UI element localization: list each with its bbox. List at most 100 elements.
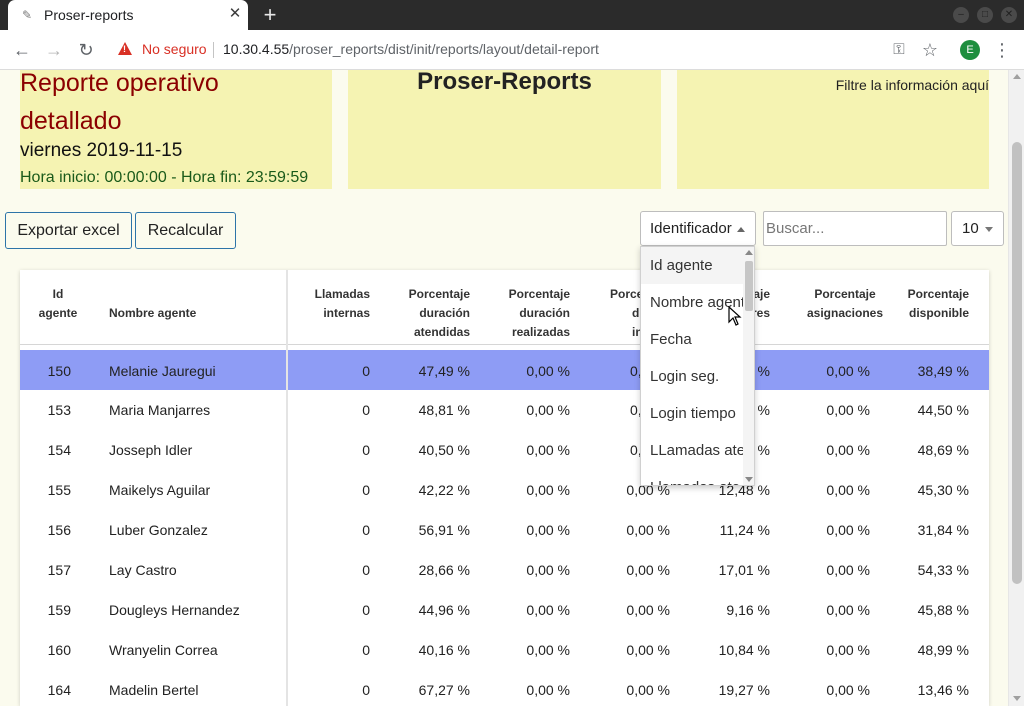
table-row[interactable]: 155 Maikelys Aguilar 0 42,22 % 0,00 % 0,… xyxy=(20,470,989,510)
url-path: /proser_reports/dist/init/reports/layout… xyxy=(289,41,599,57)
warning-icon[interactable]: ! xyxy=(118,42,132,55)
header-id-agente[interactable]: Id agente xyxy=(34,285,82,323)
recalculate-button[interactable]: Recalcular xyxy=(135,212,236,249)
dropdown-scroll-thumb[interactable] xyxy=(745,261,753,311)
cell-name: Melanie Jauregui xyxy=(109,363,216,379)
profile-avatar[interactable]: E xyxy=(960,40,980,60)
dropdown-option[interactable]: Id agente xyxy=(641,247,743,284)
header-line: duración xyxy=(519,306,570,320)
table-row[interactable]: 156 Luber Gonzalez 0 56,91 % 0,00 % 0,00… xyxy=(20,510,989,550)
scroll-down-icon[interactable] xyxy=(745,477,753,482)
dropdown-option[interactable]: Login tiempo xyxy=(641,395,743,432)
dropdown-option[interactable]: Login seg. xyxy=(641,358,743,395)
table-row[interactable]: 157 Lay Castro 0 28,66 % 0,00 % 0,00 % 1… xyxy=(20,550,989,590)
report-date: viernes 2019-11-15 xyxy=(20,140,183,161)
header-asignaciones[interactable]: Porcentaje asignaciones xyxy=(800,285,890,323)
reload-icon[interactable]: ↻ xyxy=(74,38,98,62)
cell-breaks: 17,01 % xyxy=(718,562,770,578)
address-bar[interactable]: 10.30.4.55/proser_reports/dist/init/repo… xyxy=(223,41,599,57)
minimize-window-icon[interactable]: – xyxy=(953,7,969,23)
cell-name: Wranyelin Correa xyxy=(109,642,218,658)
bookmark-star-icon[interactable]: ☆ xyxy=(920,40,940,60)
cell-name: Maikelys Aguilar xyxy=(109,482,211,498)
cell-name: Luber Gonzalez xyxy=(109,522,208,538)
key-icon[interactable]: ⚿ xyxy=(889,40,909,60)
cell-attended: 40,16 % xyxy=(418,642,470,658)
table-row[interactable]: 153 Maria Manjarres 0 48,81 % 0,00 % 0, … xyxy=(20,390,989,430)
header-nombre-agente[interactable]: Nombre agente xyxy=(109,304,196,323)
table-row[interactable]: 164 Madelin Bertel 0 67,27 % 0,00 % 0,00… xyxy=(20,670,989,706)
header-line: agente xyxy=(38,306,78,320)
cell-avail: 54,33 % xyxy=(917,562,969,578)
dropdown-option[interactable]: Fecha xyxy=(641,321,743,358)
close-tab-icon[interactable]: ✕ xyxy=(226,5,244,23)
new-tab-button[interactable]: + xyxy=(258,3,282,27)
header-disponible[interactable]: Porcentaje disponible xyxy=(889,285,969,323)
caret-up-icon xyxy=(737,227,745,232)
cell-internal: 0 xyxy=(362,602,370,618)
close-window-icon[interactable]: ✕ xyxy=(1001,7,1017,23)
table-row[interactable]: 154 Josseph Idler 0 40,50 % 0,00 % 0, % … xyxy=(20,430,989,470)
cell-id: 157 xyxy=(47,562,71,578)
cell-made: 0,00 % xyxy=(526,642,570,658)
chevron-down-icon xyxy=(985,227,993,232)
header-divider xyxy=(20,344,989,345)
header-line: Porcentaje xyxy=(907,287,969,301)
cell-avail: 13,46 % xyxy=(917,682,969,698)
scroll-down-icon[interactable] xyxy=(1013,696,1021,701)
scroll-up-icon[interactable] xyxy=(1013,74,1021,79)
cell-internal-pct: 0,00 % xyxy=(626,642,670,658)
browser-titlebar: ✎ Proser-reports ✕ + – □ ✕ xyxy=(0,0,1024,30)
header-llamadas-internas[interactable]: Llamadas internas xyxy=(290,285,370,323)
header-line: asignaciones xyxy=(806,306,884,320)
page-scrollbar[interactable] xyxy=(1008,70,1024,706)
dropdown-option[interactable]: LLamadas ate xyxy=(641,432,743,469)
cell-assign: 0,00 % xyxy=(826,562,870,578)
maximize-window-icon[interactable]: □ xyxy=(977,7,993,23)
header-line: disponible xyxy=(909,306,969,320)
header-line: Porcentaje xyxy=(508,287,570,301)
cell-made: 0,00 % xyxy=(526,522,570,538)
filter-hint: Filtre la información aquí xyxy=(835,77,989,93)
insecure-label[interactable]: No seguro xyxy=(142,41,207,57)
export-excel-button[interactable]: Exportar excel xyxy=(5,212,132,249)
back-arrow-icon[interactable]: ← xyxy=(10,38,34,62)
header-duracion-realizadas[interactable]: Porcentaje duración realizadas xyxy=(480,285,570,342)
cell-attended: 44,96 % xyxy=(418,602,470,618)
cell-name: Lay Castro xyxy=(109,562,177,578)
kebab-menu-icon[interactable]: ⋮ xyxy=(993,40,1011,60)
cell-assign: 0,00 % xyxy=(826,602,870,618)
cell-attended: 42,22 % xyxy=(418,482,470,498)
address-separator xyxy=(213,42,214,58)
filter-field-value: Identificador xyxy=(650,220,732,237)
cell-attended: 40,50 % xyxy=(418,442,470,458)
cell-avail: 45,30 % xyxy=(917,482,969,498)
cell-assign: 0,00 % xyxy=(826,642,870,658)
table-row[interactable]: 159 Dougleys Hernandez 0 44,96 % 0,00 % … xyxy=(20,590,989,630)
cell-internal: 0 xyxy=(362,562,370,578)
table-row[interactable]: 160 Wranyelin Correa 0 40,16 % 0,00 % 0,… xyxy=(20,630,989,670)
cell-attended: 56,91 % xyxy=(418,522,470,538)
filter-field-dropdown[interactable]: Id agente Nombre agente Fecha Login seg.… xyxy=(640,246,755,486)
dropdown-scrollbar[interactable] xyxy=(743,247,754,485)
page-size-select[interactable]: 10 xyxy=(951,211,1004,246)
header-line: internas xyxy=(323,306,370,320)
table-row[interactable]: 150 Melanie Jauregui 0 47,49 % 0,00 % 0,… xyxy=(20,350,989,390)
cell-made: 0,00 % xyxy=(526,682,570,698)
cell-avail: 48,69 % xyxy=(917,442,969,458)
cell-internal-pct: 0,00 % xyxy=(626,562,670,578)
cell-id: 160 xyxy=(47,642,71,658)
cell-assign: 0,00 % xyxy=(826,682,870,698)
forward-arrow-icon[interactable]: → xyxy=(42,38,66,62)
dropdown-option[interactable]: Llamadas ate xyxy=(641,469,743,485)
scroll-up-icon[interactable] xyxy=(745,250,753,255)
cell-id: 155 xyxy=(47,482,71,498)
filter-field-select[interactable]: Identificador xyxy=(640,211,756,246)
cell-avail: 45,88 % xyxy=(917,602,969,618)
brand-panel: Proser-Reports xyxy=(348,70,661,189)
page-scroll-thumb[interactable] xyxy=(1012,142,1022,584)
search-input[interactable] xyxy=(763,211,947,246)
cell-assign: 0,00 % xyxy=(826,363,870,379)
browser-tab[interactable]: ✎ Proser-reports ✕ xyxy=(8,0,248,30)
header-duracion-atendidas[interactable]: Porcentaje duración atendidas xyxy=(380,285,470,342)
